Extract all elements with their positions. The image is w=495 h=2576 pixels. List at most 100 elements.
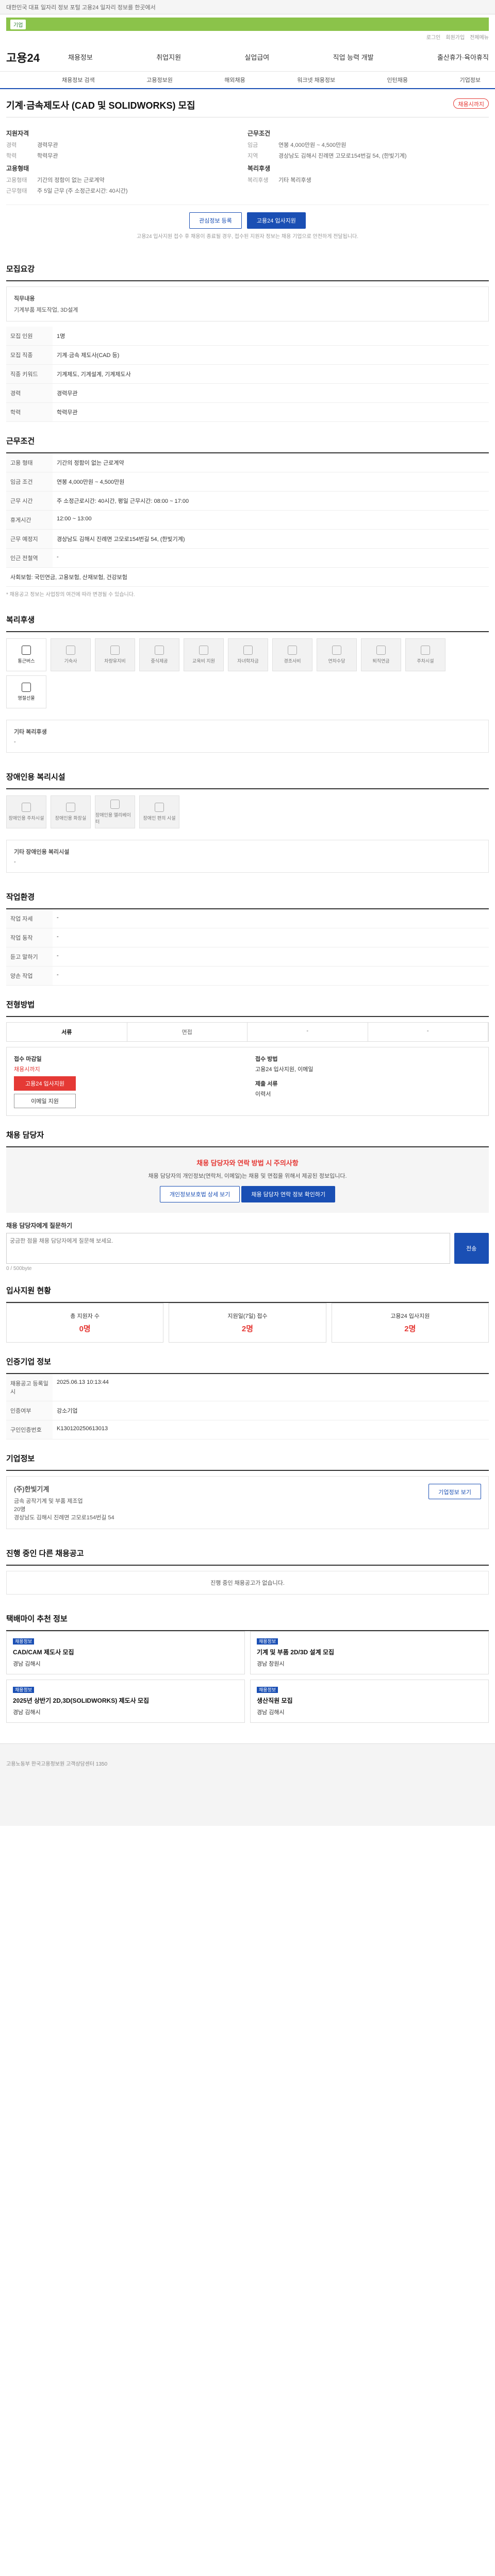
table-cell: - bbox=[53, 947, 489, 967]
facility-item: 주차시설 bbox=[405, 638, 446, 671]
stat-label: 총 지원자 수 bbox=[70, 1313, 100, 1319]
gnb-item-training[interactable]: 직업 능력 개발 bbox=[333, 52, 374, 62]
welfare-etc-label: 기타 복리후생 bbox=[14, 729, 47, 735]
auth-table: 채용공고 등록일시 2025.06.13 10:13:44 인증여부 강소기업 구인… bbox=[6, 1374, 489, 1439]
work-note: * 채용공고 정보는 사업장의 여건에 따라 변경될 수 있습니다. bbox=[6, 592, 135, 598]
facility-label: 기숙사 bbox=[64, 658, 77, 664]
process-step-4: - bbox=[368, 1023, 488, 1041]
summary-row: 임금 연봉 4,000만원 ~ 4,500만원 bbox=[248, 141, 489, 149]
top-notice-bar: 대한민국 대표 일자리 정보 포털 고용24 일자리 정보를 한곳에서 bbox=[0, 0, 495, 14]
company-industry: 금속 공작기계 및 부품 제조업 bbox=[14, 1498, 83, 1504]
table-row: 근무 시간 주 소정근로시간: 40시간, 평일 근무시간: 08:00 ~ 17… bbox=[6, 491, 489, 511]
stat-value: 2명 bbox=[241, 1325, 254, 1333]
snb-item-0[interactable]: 채용정보 검색 bbox=[62, 76, 95, 84]
gnb-item-jobs[interactable]: 채용정보 bbox=[68, 52, 93, 62]
table-cell: 1명 bbox=[53, 327, 489, 346]
facility-item: 장애인용 엘리베이터 bbox=[95, 795, 135, 828]
company-box: (주)한빛기계 금속 공작기계 및 부품 제조업 20명 경상남도 김해시 진례… bbox=[6, 1476, 489, 1529]
facility-item: 장애인 편의 시설 bbox=[139, 795, 179, 828]
doc-label: 제출 서류 bbox=[255, 1081, 278, 1087]
company-detail-button[interactable]: 기업정보 보기 bbox=[428, 1484, 481, 1499]
facility-label: 교육비 지원 bbox=[192, 658, 215, 664]
table-row: 모집 직종 기계·금속 제도사(CAD 등) bbox=[6, 345, 489, 365]
facility-item: 장애인용 주차시설 bbox=[6, 795, 46, 828]
member-type-tag[interactable]: 기업 bbox=[10, 19, 26, 29]
apply-stats: 총 지원자 수 0명 지원일(7일) 접수 2명 고용24 입사지원 2명 bbox=[6, 1303, 489, 1343]
summary-row: 경력 경력무관 bbox=[6, 141, 248, 149]
table-cell: 기계제도, 기계설계, 기계제도사 bbox=[53, 364, 489, 384]
warning-title: 채용 담당자와 연락 방법 시 주의사항 bbox=[196, 1159, 299, 1167]
facility-label: 퇴직연금 bbox=[372, 658, 390, 664]
facility-icon bbox=[155, 646, 164, 655]
table-row: 인근 전철역 - bbox=[6, 548, 489, 568]
company-info: (주)한빛기계 금속 공작기계 및 부품 제조업 20명 경상남도 김해시 진례… bbox=[14, 1484, 114, 1521]
kv-value: 학력무관 bbox=[37, 153, 58, 159]
snb-item-1[interactable]: 고용정보원 bbox=[146, 76, 173, 84]
privacy-detail-button[interactable]: 개인정보보호법 상세 보기 bbox=[159, 1186, 240, 1202]
table-row: 채용공고 등록일시 2025.06.13 10:13:44 bbox=[6, 1374, 489, 1401]
card-tag: 채용정보 bbox=[13, 1638, 35, 1645]
snb-item-2[interactable]: 해외채용 bbox=[224, 76, 245, 84]
site-logo[interactable]: 고용24 bbox=[6, 49, 68, 65]
card-tag: 채용정보 bbox=[257, 1638, 278, 1645]
table-cell: 강소기업 bbox=[53, 1401, 489, 1420]
summary-left: 지원자격 경력 경력무관 학력 학력무관 고용형태 고용형태 기간의 정함이 없는 근… bbox=[6, 125, 248, 197]
email-apply-button[interactable]: 이메일 지원 bbox=[14, 1094, 76, 1108]
table-row: 직종 키워드 기계제도, 기계설계, 기계제도사 bbox=[6, 364, 489, 384]
table-row: 근무 예정지 경상남도 김해시 진례면 고모로154번길 54, (한빛기계) bbox=[6, 529, 489, 549]
facility-icon bbox=[66, 803, 75, 812]
snb-item-4[interactable]: 인턴채용 bbox=[387, 76, 408, 84]
process-apply-button[interactable]: 고용24 입사지원 bbox=[14, 1076, 76, 1091]
facility-icon bbox=[22, 683, 31, 692]
doc-value: 이력서 bbox=[255, 1091, 271, 1097]
apply-button[interactable]: 고용24 입사지원 bbox=[246, 212, 306, 229]
job-header: 기계·금속제도사 (CAD 및 SOLIDWORKS) 모집 채용시까지 bbox=[6, 89, 489, 117]
section-process-title: 전형방법 bbox=[6, 986, 489, 1017]
process-step-3: - bbox=[248, 1023, 368, 1041]
snb-item-5[interactable]: 기업정보 bbox=[459, 76, 480, 84]
recommend-card[interactable]: 채용정보 기계 및 부품 2D/3D 설계 모집 경남 창원시 bbox=[250, 1631, 489, 1674]
process-step-interview: 면접 bbox=[127, 1023, 248, 1041]
section-recommend-title: 택배마이 추천 정보 bbox=[6, 1600, 489, 1631]
recommend-card[interactable]: 채용정보 CAD/CAM 제도사 모집 경남 김해시 bbox=[6, 1631, 245, 1674]
scrap-button[interactable]: 관심정보 등록 bbox=[189, 212, 242, 229]
kv-value: 경상남도 김해시 진례면 고모로154번길 54, (한빛기계) bbox=[278, 153, 407, 159]
apply-deadline: 접수 마감일 채용시까지 고용24 입사지원 이메일 지원 bbox=[14, 1055, 240, 1108]
gnb-item-employment[interactable]: 취업지원 bbox=[156, 52, 181, 62]
facility-icon bbox=[199, 646, 208, 655]
login-link[interactable]: 로그인 bbox=[426, 33, 441, 41]
gnb-item-unemployment[interactable]: 실업급여 bbox=[244, 52, 269, 62]
recommend-cards: 채용정보 CAD/CAM 제도사 모집 경남 김해시 채용정보기계 및 부품 2D/… bbox=[6, 1631, 489, 1723]
summary-cond-title: 근무조건 bbox=[248, 130, 271, 137]
card-tag: 채용정보 bbox=[13, 1687, 35, 1693]
table-row: 작업 동작 - bbox=[6, 928, 489, 947]
table-cell: - bbox=[53, 966, 489, 986]
facility-label: 명절선물 bbox=[18, 696, 35, 701]
footer-text: 고용노동부 한국고용정보원 고객상담센터 1350 bbox=[6, 1761, 108, 1767]
summary-row: 고용형태 기간의 정함이 없는 근로계약 bbox=[6, 176, 248, 184]
table-row: 사회보험: 국민연금, 고용보험, 산재보험, 건강보험 bbox=[6, 567, 489, 587]
facility-label: 장애인용 화장실 bbox=[55, 816, 87, 821]
method-label: 접수 방법 bbox=[255, 1056, 278, 1062]
all-menu-link[interactable]: 전체메뉴 bbox=[470, 33, 489, 41]
question-label: 채용 담당자에게 질문하기 bbox=[6, 1222, 73, 1229]
snb-item-3[interactable]: 워크넷 채용정보 bbox=[297, 76, 335, 84]
job-title: 기계·금속제도사 (CAD 및 SOLIDWORKS) 모집 bbox=[6, 100, 195, 111]
deadline-badge: 채용시까지 bbox=[453, 98, 489, 109]
table-header: 작업 자세 bbox=[6, 909, 53, 928]
table-row: 듣고 말하기 - bbox=[6, 947, 489, 967]
question-input[interactable] bbox=[6, 1233, 450, 1264]
question-submit-button[interactable]: 전송 bbox=[454, 1233, 489, 1264]
recommend-card[interactable]: 채용정보 2025년 상반기 2D,3D(SOLIDWORKS) 제도사 모집 경남… bbox=[6, 1680, 245, 1723]
contact-info-button[interactable]: 채용 담당자 연락 정보 확인하기 bbox=[241, 1186, 336, 1202]
card-title: 기계 및 부품 2D/3D 설계 모집 bbox=[257, 1649, 335, 1656]
kv-value: 기타 복리후생 bbox=[278, 177, 311, 183]
stat-label: 고용24 입사지원 bbox=[390, 1313, 430, 1319]
top-notice: 대한민국 대표 일자리 정보 포털 고용24 일자리 정보를 한곳에서 bbox=[6, 4, 156, 11]
signup-link[interactable]: 회원가입 bbox=[446, 33, 465, 41]
facility-label: 장애인 편의 시설 bbox=[143, 816, 176, 821]
recommend-card[interactable]: 채용정보 생산직원 모집 경남 김해시 bbox=[250, 1680, 489, 1723]
duty-label: 직무내용 bbox=[14, 296, 35, 302]
gnb-item-leave[interactable]: 출산휴가·육아휴직 bbox=[437, 52, 489, 62]
section-recruit-title: 모집요강 bbox=[6, 250, 489, 281]
